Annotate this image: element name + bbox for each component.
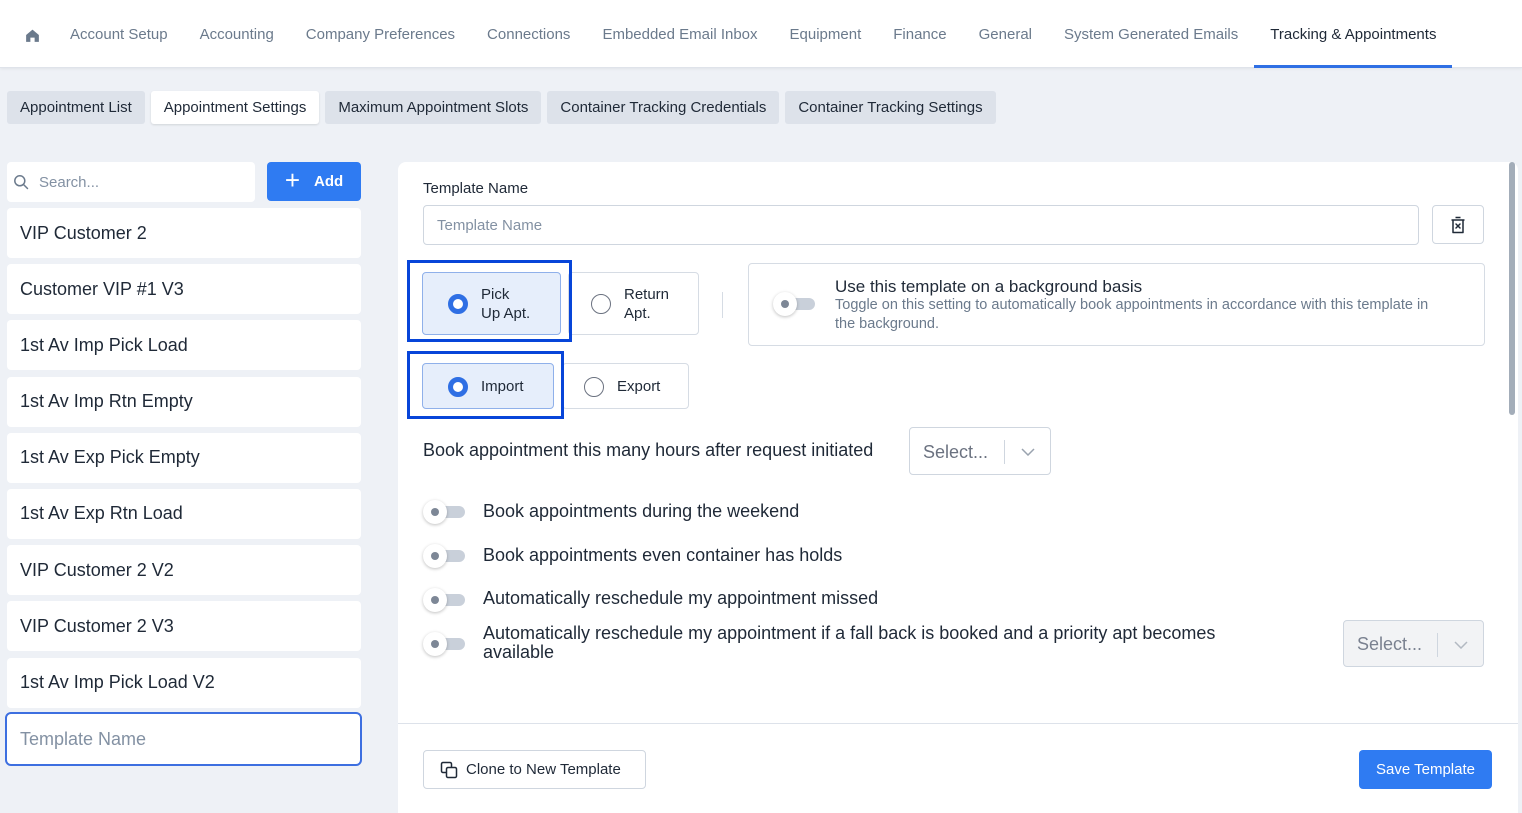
- chevron-down-icon: [1021, 448, 1035, 456]
- pick-up-apt-line1: Pick: [481, 286, 510, 303]
- subtab-container-tracking-settings[interactable]: Container Tracking Settings: [785, 91, 996, 124]
- search-input[interactable]: [39, 162, 249, 202]
- hours-select[interactable]: Select...: [909, 427, 1051, 475]
- clone-button-label: Clone to New Template: [466, 761, 621, 778]
- plus-icon: +: [284, 165, 300, 195]
- template-item[interactable]: 1st Av Imp Rtn Empty: [7, 376, 361, 427]
- return-apt-option[interactable]: Return Apt.: [568, 272, 699, 335]
- reschedule-missed-label: Automatically reschedule my appointment …: [483, 588, 879, 608]
- radio-selected-icon: [448, 294, 468, 314]
- priority-select[interactable]: Select...: [1343, 620, 1484, 667]
- footer-divider: [398, 723, 1518, 724]
- template-name-input[interactable]: [423, 205, 1419, 245]
- radio-unselected-icon: [584, 377, 604, 397]
- clone-template-button[interactable]: Clone to New Template: [423, 750, 646, 789]
- return-apt-line1: Return: [624, 286, 670, 303]
- tab-accounting[interactable]: Accounting: [184, 0, 290, 68]
- trash-icon: [1451, 216, 1465, 233]
- scrollbar-thumb[interactable]: [1509, 162, 1515, 415]
- template-item[interactable]: Customer VIP #1 V3: [7, 264, 361, 315]
- export-option[interactable]: Export: [562, 363, 689, 409]
- search-icon: [14, 175, 29, 190]
- import-label: Import: [481, 378, 524, 395]
- tab-company-preferences[interactable]: Company Preferences: [290, 0, 471, 68]
- subtab-appointment-settings[interactable]: Appointment Settings: [150, 91, 320, 124]
- export-label: Export: [617, 378, 661, 395]
- toggle-knob: [423, 544, 447, 568]
- tab-connections[interactable]: Connections: [471, 0, 586, 68]
- template-item[interactable]: VIP Customer 2 V3: [7, 601, 361, 652]
- template-name-label: Template Name: [423, 180, 529, 197]
- pick-up-apt-label: Pick Up Apt.: [481, 285, 530, 323]
- pick-up-apt-option[interactable]: Pick Up Apt.: [422, 272, 561, 335]
- hours-label: Book appointment this many hours after r…: [423, 440, 874, 460]
- tab-tracking-appointments[interactable]: Tracking & Appointments: [1254, 0, 1453, 68]
- template-item[interactable]: VIP Customer 2 V2: [7, 545, 361, 596]
- select-separator: [1437, 633, 1438, 657]
- return-apt-label: Return Apt.: [624, 285, 669, 323]
- radio-selected-icon: [448, 377, 468, 397]
- tab-account-setup[interactable]: Account Setup: [54, 0, 184, 68]
- subtab-maximum-appointment-slots[interactable]: Maximum Appointment Slots: [325, 91, 542, 124]
- hours-select-value: Select...: [923, 442, 989, 462]
- add-template-button[interactable]: + Add: [267, 162, 361, 201]
- tab-finance[interactable]: Finance: [877, 0, 962, 68]
- background-basis-card: Use this template on a background basis …: [748, 263, 1485, 346]
- subtab-appointment-list[interactable]: Appointment List: [7, 91, 145, 124]
- template-list: VIP Customer 2 Customer VIP #1 V3 1st Av…: [7, 208, 361, 714]
- toggle-knob: [773, 292, 797, 316]
- template-search: [7, 162, 255, 202]
- weekend-label: Book appointments during the weekend: [483, 501, 800, 521]
- background-basis-description: Toggle on this setting to automatically …: [835, 297, 1429, 332]
- copy-icon: [440, 761, 458, 778]
- template-item[interactable]: 1st Av Imp Pick Load V2: [7, 657, 361, 708]
- tab-embedded-email-inbox[interactable]: Embedded Email Inbox: [586, 0, 773, 68]
- radio-unselected-icon: [591, 294, 611, 314]
- background-basis-title: Use this template on a background basis: [835, 277, 1143, 296]
- select-separator: [1004, 440, 1005, 464]
- return-apt-line2: Apt.: [624, 305, 651, 322]
- template-item[interactable]: 1st Av Exp Pick Empty: [7, 432, 361, 483]
- tab-system-generated-emails[interactable]: System Generated Emails: [1048, 0, 1254, 68]
- background-basis-toggle[interactable]: [773, 292, 817, 316]
- delete-template-button[interactable]: [1432, 205, 1484, 244]
- pick-up-apt-line2: Up Apt.: [481, 305, 531, 322]
- template-item[interactable]: 1st Av Imp Pick Load: [7, 320, 361, 371]
- tab-general[interactable]: General: [963, 0, 1048, 68]
- holds-toggle[interactable]: [423, 544, 467, 568]
- new-template-item: [5, 712, 362, 766]
- top-nav: Account Setup Accounting Company Prefere…: [0, 0, 1522, 68]
- panel-scrollbar[interactable]: [1508, 162, 1516, 702]
- import-option[interactable]: Import: [422, 363, 554, 409]
- chevron-down-icon: [1454, 641, 1468, 649]
- reschedule-fallback-toggle[interactable]: [423, 632, 467, 656]
- toggle-knob: [423, 588, 447, 612]
- reschedule-fallback-label: Automatically reschedule my appointment …: [483, 623, 1216, 662]
- save-template-button[interactable]: Save Template: [1359, 750, 1492, 789]
- sub-tabs: Appointment List Appointment Settings Ma…: [7, 91, 996, 124]
- template-item[interactable]: 1st Av Exp Rtn Load: [7, 488, 361, 539]
- weekend-toggle[interactable]: [423, 500, 467, 524]
- new-template-name-input[interactable]: [7, 714, 360, 764]
- add-button-label: Add: [314, 173, 344, 190]
- reschedule-missed-toggle[interactable]: [423, 588, 467, 612]
- priority-select-value: Select...: [1357, 634, 1423, 654]
- template-settings-panel: [398, 162, 1518, 813]
- separator: [722, 292, 723, 318]
- tab-equipment[interactable]: Equipment: [774, 0, 878, 68]
- toggle-knob: [423, 500, 447, 524]
- template-item[interactable]: VIP Customer 2: [7, 208, 361, 258]
- toggle-knob: [423, 632, 447, 656]
- holds-label: Book appointments even container has hol…: [483, 545, 843, 565]
- home-icon[interactable]: [24, 27, 41, 44]
- subtab-container-tracking-credentials[interactable]: Container Tracking Credentials: [547, 91, 780, 124]
